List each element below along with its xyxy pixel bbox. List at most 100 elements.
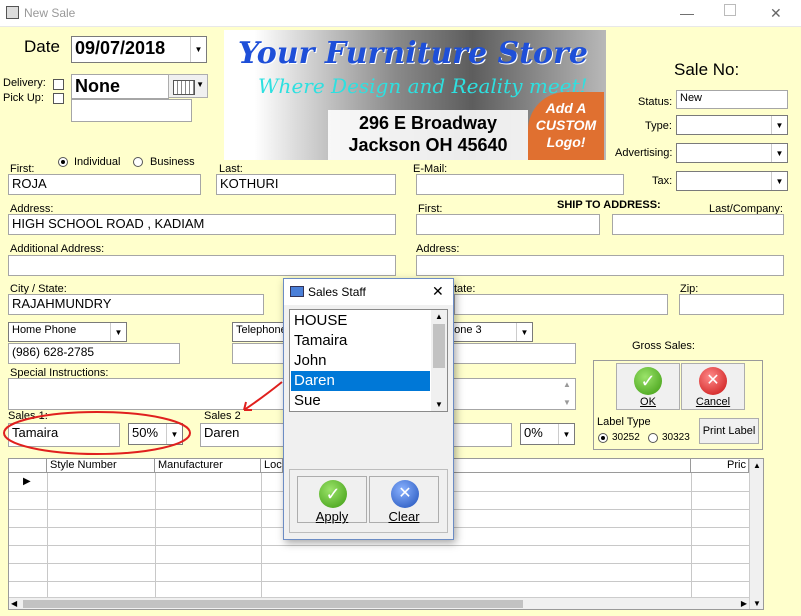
ok-button[interactable]: ✓ OK	[616, 363, 680, 410]
chevron-down-icon[interactable]: ▼	[771, 172, 787, 190]
grid-header-manufacturer: Manufacturer	[155, 459, 261, 473]
grid-header-loc: Loc	[261, 459, 283, 473]
window-titlebar: New Sale — ✕	[0, 0, 801, 27]
cancel-label: Cancel	[695, 396, 731, 408]
chevron-down-icon[interactable]: ▼	[190, 37, 206, 62]
grid-col-line	[155, 473, 156, 599]
scroll-down-icon[interactable]: ▼	[435, 400, 443, 409]
special-instructions-field-right[interactable]	[444, 378, 576, 410]
computer-icon	[290, 286, 304, 297]
ship-address-field[interactable]	[416, 255, 784, 276]
banner-address-line2: Jackson OH 45640	[348, 135, 508, 155]
staff-item[interactable]: HOUSE	[291, 311, 430, 331]
ship-zip-field[interactable]	[679, 294, 784, 315]
delivery-label: Delivery:	[3, 77, 46, 89]
last-name-field[interactable]: KOTHURI	[216, 174, 396, 195]
clear-x-icon: ✕	[391, 480, 419, 508]
pickup-checkbox[interactable]	[53, 93, 64, 104]
sales-staff-dialog[interactable]: Sales Staff ✕ HOUSE Tamaira John Daren S…	[283, 278, 454, 540]
cancel-button[interactable]: ✕ Cancel	[681, 363, 745, 410]
close-button[interactable]: ✕	[770, 5, 782, 22]
grid-col-line	[691, 473, 692, 599]
banner-tagline: Where Design and Reality meet!	[258, 74, 588, 98]
tax-select[interactable]: ▼	[676, 171, 788, 191]
grid-header-style-number: Style Number	[47, 459, 155, 473]
phone3-type-select[interactable]: hone 3 ▼	[444, 322, 533, 342]
phone3-field[interactable]	[444, 343, 576, 364]
scroll-up-icon[interactable]: ▲	[435, 312, 443, 321]
delivery-checkbox[interactable]	[53, 79, 64, 90]
scroll-down-icon[interactable]: ▼	[563, 398, 571, 407]
clear-button[interactable]: ✕ Clear	[369, 476, 439, 524]
minimize-button[interactable]: —	[680, 5, 694, 21]
email-field[interactable]	[416, 174, 624, 195]
grid-hscrollbar[interactable]: ◀ ▶	[9, 597, 749, 609]
sales3-pct-select[interactable]: 0% ▼	[520, 423, 575, 445]
ship-to-header: SHIP TO ADDRESS:	[557, 199, 661, 211]
individual-label: Individual	[74, 156, 121, 168]
label-30252-radio[interactable]	[598, 433, 608, 443]
scroll-up-icon[interactable]: ▲	[753, 461, 761, 470]
annotation-circle	[3, 411, 191, 455]
cancel-x-icon: ✕	[699, 367, 727, 395]
label-30323-radio[interactable]	[648, 433, 658, 443]
staff-item[interactable]: Tamaira	[291, 331, 430, 351]
staff-item[interactable]: John	[291, 351, 430, 371]
phone1-type-select[interactable]: Home Phone ▼	[8, 322, 127, 342]
label-type-label: Label Type	[597, 416, 651, 428]
grid-vscrollbar[interactable]: ▲ ▼	[749, 459, 763, 609]
annotation-arrow	[243, 381, 283, 411]
chevron-down-icon[interactable]: ▼	[110, 323, 126, 341]
maximize-button[interactable]	[724, 4, 736, 16]
ship-state-field[interactable]	[454, 294, 668, 315]
phone1-field[interactable]: (986) 628-2785	[8, 343, 180, 364]
clear-label: Clear	[388, 509, 420, 524]
scroll-up-icon[interactable]: ▲	[563, 380, 571, 389]
city-state-field[interactable]: RAJAHMUNDRY	[8, 294, 264, 315]
additional-address-field[interactable]	[8, 255, 396, 276]
business-radio[interactable]	[133, 157, 143, 167]
date-label: Date	[24, 37, 60, 56]
staff-item[interactable]: Sue	[291, 391, 430, 411]
business-label: Business	[150, 156, 195, 168]
apply-button[interactable]: ✓ Apply	[297, 476, 367, 524]
chevron-down-icon[interactable]: ▼	[771, 144, 787, 162]
ship-first-field[interactable]	[416, 214, 600, 235]
chevron-down-icon[interactable]: ▼	[558, 424, 574, 444]
label-30252-text: 30252	[612, 432, 640, 443]
sales3-field[interactable]	[444, 423, 512, 447]
tax-label: Tax:	[652, 175, 673, 187]
type-select[interactable]: ▼	[676, 115, 788, 135]
ship-last-field[interactable]	[612, 214, 784, 235]
staff-listbox[interactable]: HOUSE Tamaira John Daren Sue ▲ ▼	[289, 309, 448, 412]
list-vscrollbar[interactable]: ▲ ▼	[431, 310, 447, 411]
checkmark-icon: ✓	[319, 480, 347, 508]
date-picker[interactable]: 09/07/2018 ▼	[71, 36, 207, 63]
app-icon	[6, 6, 19, 19]
delivery-value-field[interactable]: None	[71, 74, 169, 99]
chevron-down-icon[interactable]: ▼	[516, 323, 532, 341]
calendar-button[interactable]: ▼	[168, 74, 208, 98]
dialog-close-button[interactable]: ✕	[432, 283, 444, 300]
address-field[interactable]: HIGH SCHOOL ROAD , KADIAM	[8, 214, 396, 235]
scroll-right-icon[interactable]: ▶	[741, 599, 747, 608]
scroll-thumb[interactable]	[433, 324, 445, 368]
print-label-button[interactable]: Print Label	[699, 418, 759, 444]
first-name-field[interactable]: ROJA	[8, 174, 201, 195]
annotation-overlay	[3, 381, 283, 455]
status-field[interactable]: New	[676, 90, 788, 109]
advertising-select[interactable]: ▼	[676, 143, 788, 163]
scroll-left-icon[interactable]: ◀	[11, 599, 17, 608]
ok-label: OK	[640, 396, 656, 408]
scroll-thumb[interactable]	[23, 600, 523, 608]
staff-item-selected[interactable]: Daren	[291, 371, 430, 391]
scroll-down-icon[interactable]: ▼	[753, 599, 761, 608]
window-title: New Sale	[24, 6, 76, 20]
store-banner: Your Furniture Store Where Design and Re…	[224, 30, 606, 160]
banner-address: 296 E Broadway Jackson OH 45640	[328, 110, 528, 160]
delivery-detail-field[interactable]	[71, 99, 192, 122]
grid-row-line	[9, 563, 749, 564]
individual-radio[interactable]	[58, 157, 68, 167]
advertising-label: Advertising:	[615, 147, 673, 159]
chevron-down-icon[interactable]: ▼	[771, 116, 787, 134]
